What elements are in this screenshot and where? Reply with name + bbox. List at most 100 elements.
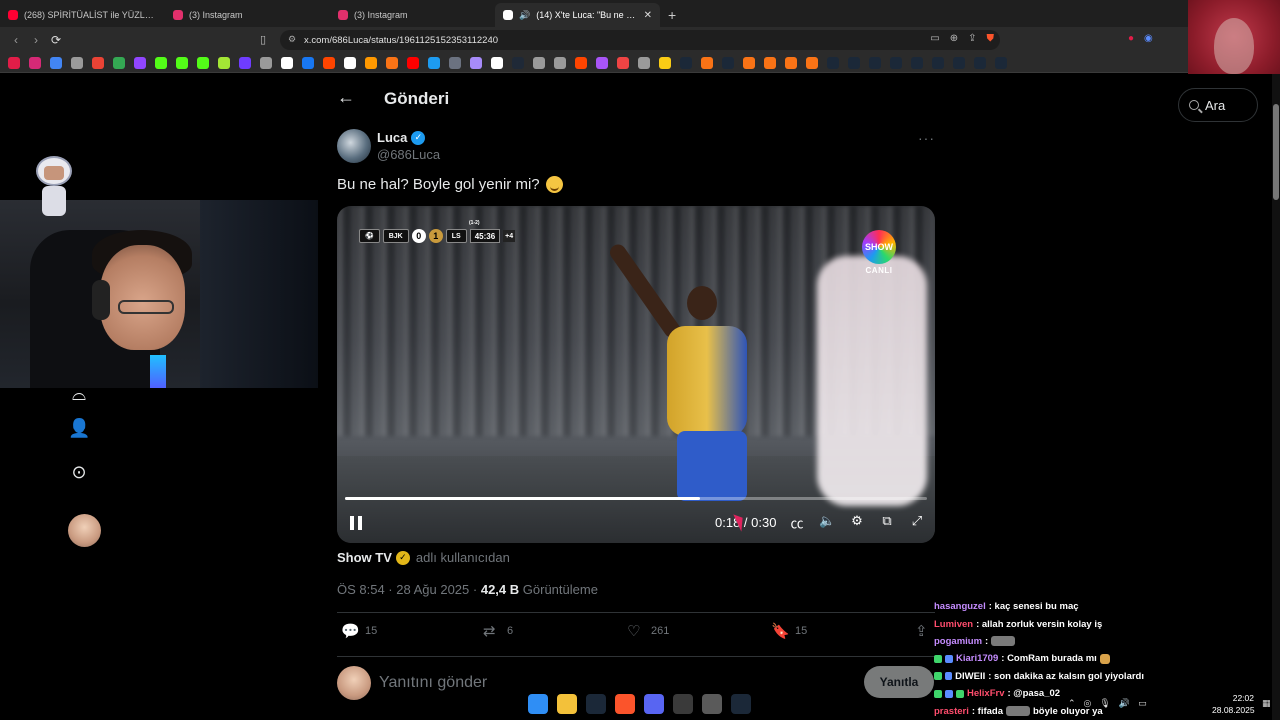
bookmark-favicon-icon[interactable] [890, 56, 902, 69]
bookmark-favicon-icon[interactable] [722, 56, 734, 69]
taskbar-app-icon[interactable] [615, 694, 635, 714]
taskbar-app-icon[interactable] [586, 694, 606, 714]
bookmark-favicon-icon[interactable] [386, 56, 398, 69]
bookmark-favicon-icon[interactable] [806, 56, 818, 69]
back-arrow-icon[interactable]: ‹ [6, 33, 26, 47]
repost-button[interactable]: ⇄ 6 [483, 622, 513, 640]
profile-icon[interactable]: 👤 [68, 418, 90, 440]
bookmark-favicon-icon[interactable] [701, 56, 713, 69]
bookmark-favicon-icon[interactable] [848, 56, 860, 69]
author-name[interactable]: Luca ✓ [377, 130, 426, 145]
share-button[interactable]: ⇪ [915, 622, 933, 640]
page-scrollbar[interactable] [1272, 74, 1280, 720]
volume-icon[interactable]: 🔈 [819, 513, 835, 532]
bookmark-favicon-icon[interactable] [323, 56, 335, 69]
more-options-icon[interactable]: ⊙ [68, 462, 90, 484]
bookmark-favicon-icon[interactable] [533, 56, 545, 69]
bookmark-favicon-icon[interactable] [659, 56, 671, 69]
captions-icon[interactable]: ㏄ [789, 513, 805, 532]
chat-username[interactable]: Lumiven [934, 619, 973, 630]
close-tab-icon[interactable]: ✕ [644, 10, 652, 21]
bookmark-favicon-icon[interactable] [218, 56, 230, 69]
fullscreen-icon[interactable]: ⤢ [909, 513, 925, 532]
taskbar-app-icon[interactable] [557, 694, 577, 714]
scrollbar-thumb[interactable] [1273, 104, 1279, 200]
browser-tab[interactable]: (3) Instagram [165, 3, 330, 27]
bookmark-favicon-icon[interactable] [554, 56, 566, 69]
bookmark-favicon-icon[interactable] [995, 56, 1007, 69]
chat-username[interactable]: pogamium [934, 636, 982, 647]
bookmark-favicon-icon[interactable] [470, 56, 482, 69]
author-handle[interactable]: @686Luca [377, 147, 440, 162]
bookmark-favicon-icon[interactable] [932, 56, 944, 69]
tweet-timestamp[interactable]: ÖS 8:54 · 28 Ağu 2025 · [337, 582, 477, 597]
network-icon[interactable]: ▭ [1138, 698, 1147, 709]
speaker-icon[interactable]: 🔊 [1119, 698, 1130, 709]
new-tab-button[interactable]: + [660, 3, 684, 27]
bookmark-page-icon[interactable]: ▯ [260, 33, 266, 46]
video-player[interactable]: ⚽ BJK 0 1 LS 45:36 +4 (1-2) SHOW CANLI 0… [337, 206, 935, 543]
bookmark-favicon-icon[interactable] [8, 56, 20, 69]
bookmark-favicon-icon[interactable] [176, 56, 188, 69]
chat-username[interactable]: Kiari1709 [956, 653, 998, 664]
share-icon[interactable]: ⇪ [968, 33, 976, 44]
browser-tab-active[interactable]: 🔊(14) X'te Luca: "Bu ne hal? Bo✕ [495, 3, 660, 27]
bookmark-button[interactable]: 🔖 15 [771, 622, 807, 640]
bookmark-favicon-icon[interactable] [197, 56, 209, 69]
brave-shield-icon[interactable]: ⛊ [987, 33, 995, 44]
taskbar-app-icon[interactable] [731, 694, 751, 714]
bookmark-favicon-icon[interactable] [281, 56, 293, 69]
bookmark-favicon-icon[interactable] [638, 56, 650, 69]
bookmark-favicon-icon[interactable] [785, 56, 797, 69]
bookmark-favicon-icon[interactable] [680, 56, 692, 69]
bookmark-favicon-icon[interactable] [29, 56, 41, 69]
like-button[interactable]: ♡ 261 [627, 622, 669, 640]
bookmark-favicon-icon[interactable] [239, 56, 251, 69]
forward-arrow-icon[interactable]: › [26, 33, 46, 47]
browser-tab[interactable]: (3) Instagram [330, 3, 495, 27]
zoom-icon[interactable]: ⊕ [950, 33, 958, 44]
chat-username[interactable]: hasanguzel [934, 601, 986, 612]
bookmark-favicon-icon[interactable] [407, 56, 419, 69]
video-progress-bar[interactable] [345, 497, 927, 500]
bookmark-favicon-icon[interactable] [974, 56, 986, 69]
bookmark-favicon-icon[interactable] [71, 56, 83, 69]
bookmark-favicon-icon[interactable] [113, 56, 125, 69]
bookmark-favicon-icon[interactable] [869, 56, 881, 69]
reply-button[interactable]: 💬 15 [341, 622, 377, 640]
browser-tab[interactable]: (268) SPİRİTÜALİST ile YÜZLEŞME "Bu [0, 3, 165, 27]
taskbar-app-icon[interactable] [673, 694, 693, 714]
extension-icon[interactable]: ● [1128, 33, 1134, 44]
pause-icon[interactable] [349, 516, 363, 530]
notifications-icon[interactable]: ▦ [1262, 698, 1271, 709]
bookmark-favicon-icon[interactable] [575, 56, 587, 69]
bookmark-favicon-icon[interactable] [743, 56, 755, 69]
bookmark-favicon-icon[interactable] [155, 56, 167, 69]
bookmark-favicon-icon[interactable] [260, 56, 272, 69]
bookmark-favicon-icon[interactable] [596, 56, 608, 69]
bookmark-favicon-icon[interactable] [302, 56, 314, 69]
bookmark-favicon-icon[interactable] [911, 56, 923, 69]
taskbar-app-icon[interactable] [702, 694, 722, 714]
bookmark-favicon-icon[interactable] [617, 56, 629, 69]
bookmark-favicon-icon[interactable] [428, 56, 440, 69]
bookmark-favicon-icon[interactable] [134, 56, 146, 69]
picture-in-picture-icon[interactable]: ⧉ [879, 513, 895, 532]
settings-gear-icon[interactable]: ⚙ [849, 513, 865, 532]
audio-extension-icon[interactable]: ◉ [1144, 33, 1153, 44]
search-button[interactable]: Ara [1178, 88, 1258, 122]
bookmark-favicon-icon[interactable] [365, 56, 377, 69]
back-arrow-icon[interactable]: ← [337, 87, 355, 108]
bookmark-favicon-icon[interactable] [92, 56, 104, 69]
site-settings-icon[interactable]: ⚙ [288, 34, 296, 45]
bookmark-favicon-icon[interactable] [50, 56, 62, 69]
tray-app-icon[interactable]: ◎ [1084, 698, 1092, 709]
tray-chevron-icon[interactable]: ⌃ [1068, 698, 1076, 709]
author-avatar[interactable] [337, 129, 371, 163]
bookmark-favicon-icon[interactable] [344, 56, 356, 69]
system-clock[interactable]: 22:02 28.08.2025 [1212, 692, 1255, 716]
bookmark-favicon-icon[interactable] [512, 56, 524, 69]
chat-username[interactable]: DIWEII [955, 671, 985, 682]
bookmark-favicon-icon[interactable] [491, 56, 503, 69]
bookmark-favicon-icon[interactable] [953, 56, 965, 69]
